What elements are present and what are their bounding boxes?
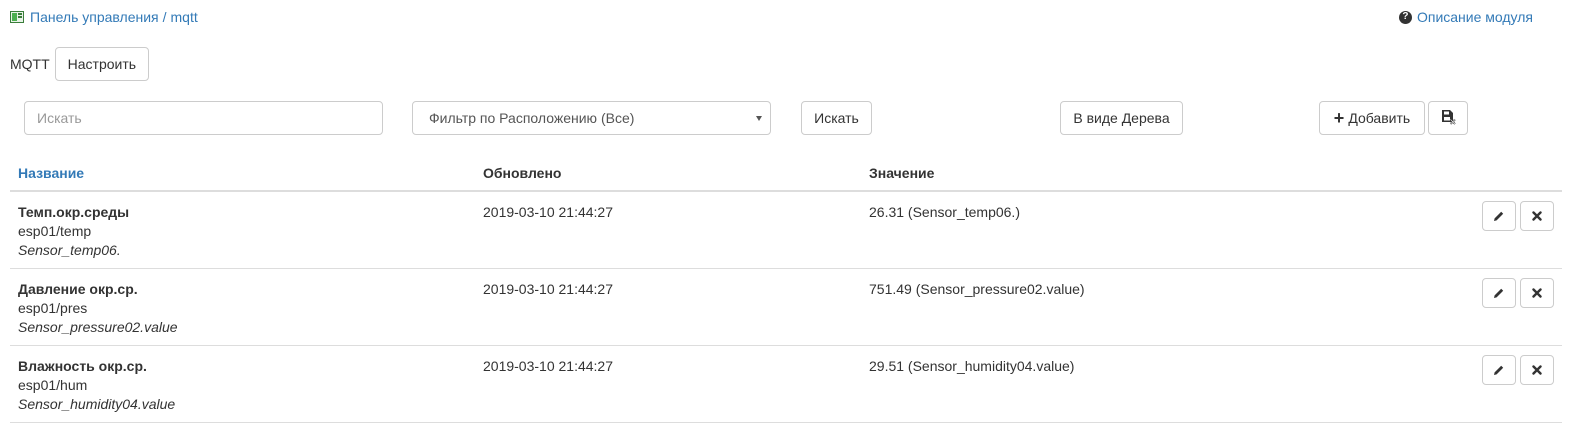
module-help-label: Описание модуля (1416, 9, 1533, 25)
edit-button[interactable] (1482, 201, 1516, 231)
row-value: 29.51 (Sensor_humidity04.value) (869, 358, 1075, 374)
tree-view-button[interactable]: В виде Дерева (1060, 101, 1183, 135)
delete-button[interactable] (1520, 201, 1554, 231)
edit-button[interactable] (1482, 278, 1516, 308)
table-row: Давление окр.ср. esp01/pres Sensor_press… (10, 269, 1562, 346)
row-linked-object: Sensor_pressure02.value (18, 319, 178, 335)
module-header: MQTT Настроить (10, 47, 150, 81)
row-updated: 2019-03-10 21:44:27 (483, 204, 613, 220)
row-name-cell: Давление окр.ср. esp01/pres Sensor_press… (18, 280, 178, 337)
chevron-down-icon (756, 115, 762, 121)
plus-icon: + (1333, 108, 1345, 128)
pencil-icon (1494, 211, 1504, 221)
remove-icon (1532, 365, 1542, 375)
question-circle-icon: ? (1398, 10, 1412, 24)
control-panel-icon[interactable] (10, 10, 24, 24)
table-header: Название Обновлено Значение (10, 155, 1562, 192)
row-title: Темп.окр.среды (18, 204, 130, 220)
add-button-label: Добавить (1348, 110, 1411, 126)
edit-button[interactable] (1482, 355, 1516, 385)
row-updated: 2019-03-10 21:44:27 (483, 281, 613, 297)
pencil-icon (1494, 365, 1504, 375)
row-title: Давление окр.ср. (18, 281, 138, 297)
table-row: Темп.окр.среды esp01/temp Sensor_temp06.… (10, 192, 1562, 269)
row-name-cell: Влажность окр.ср. esp01/hum Sensor_humid… (18, 357, 175, 414)
column-header-value: Значение (869, 165, 935, 181)
row-actions (1482, 278, 1554, 308)
row-topic: esp01/hum (18, 377, 88, 393)
row-actions (1482, 201, 1554, 231)
location-filter-value: Фильтр по Расположению (Все) (429, 110, 635, 126)
module-help-link[interactable]: ? Описание модуля (1398, 9, 1533, 25)
export-button[interactable] (1428, 101, 1468, 135)
configure-button[interactable]: Настроить (54, 47, 150, 81)
row-title: Влажность окр.ср. (18, 358, 147, 374)
row-actions (1482, 355, 1554, 385)
toolbar: Фильтр по Расположению (Все) Искать В ви… (0, 101, 1570, 135)
search-button[interactable]: Искать (801, 101, 872, 135)
row-value: 751.49 (Sensor_pressure02.value) (869, 281, 1085, 297)
breadcrumb-separator: / (162, 9, 167, 25)
row-linked-object: Sensor_temp06. (18, 242, 121, 258)
row-topic: esp01/temp (18, 223, 92, 239)
row-value: 26.31 (Sensor_temp06.) (869, 204, 1020, 220)
remove-icon (1532, 288, 1542, 298)
row-linked-object: Sensor_humidity04.value (18, 396, 176, 412)
column-header-name[interactable]: Название (18, 165, 84, 181)
search-input[interactable] (24, 101, 383, 135)
row-topic: esp01/pres (18, 300, 88, 316)
breadcrumb-home-link[interactable]: Панель управления (30, 9, 159, 25)
export-icon (1440, 109, 1456, 128)
breadcrumb: Панель управления / mqtt (10, 9, 198, 25)
breadcrumb-current[interactable]: mqtt (171, 9, 198, 25)
remove-icon (1532, 211, 1542, 221)
delete-button[interactable] (1520, 278, 1554, 308)
delete-button[interactable] (1520, 355, 1554, 385)
module-label: MQTT (10, 56, 50, 72)
location-filter-select[interactable]: Фильтр по Расположению (Все) (412, 101, 771, 135)
row-name-cell: Темп.окр.среды esp01/temp Sensor_temp06. (18, 203, 129, 260)
pencil-icon (1494, 288, 1504, 298)
add-button[interactable]: + Добавить (1319, 101, 1425, 135)
row-updated: 2019-03-10 21:44:27 (483, 358, 613, 374)
column-header-updated: Обновлено (483, 165, 562, 181)
mqtt-properties-table: Название Обновлено Значение Темп.окр.сре… (10, 155, 1562, 423)
table-row: Влажность окр.ср. esp01/hum Sensor_humid… (10, 346, 1562, 423)
